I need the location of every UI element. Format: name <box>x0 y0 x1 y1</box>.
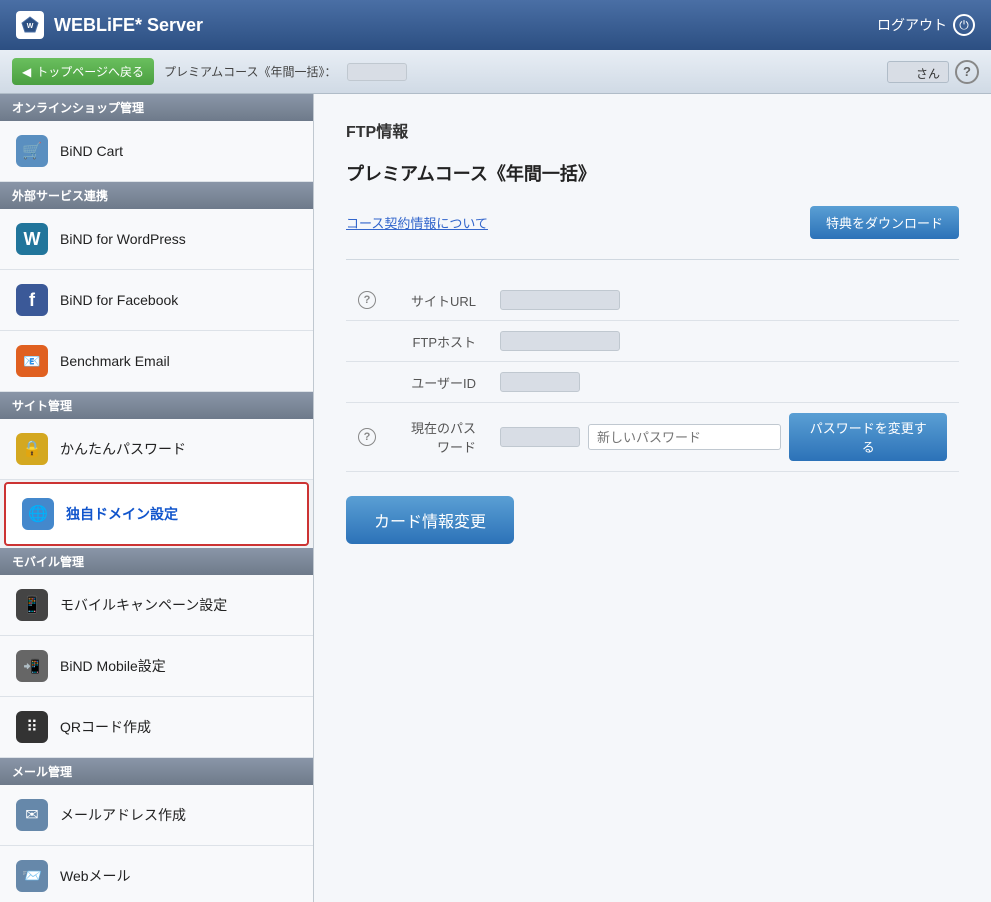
content-area: FTP情報 プレミアムコース《年間一括》 コース契約情報について 特典をダウンロ… <box>314 94 991 902</box>
sidebar-section-site: サイト管理 <box>0 392 313 419</box>
help-button[interactable]: ? <box>955 60 979 84</box>
domain-icon: 🌐 <box>22 498 54 530</box>
course-link-row: コース契約情報について 特典をダウンロード <box>346 206 959 239</box>
subheader-right: さん ? <box>887 60 979 84</box>
sidebar-item-mail-address[interactable]: ✉ メールアドレス作成 <box>0 785 313 846</box>
password-row: ? 現在のパスワード パスワードを変更する <box>346 403 959 472</box>
current-password-masked <box>500 427 580 447</box>
facebook-icon: f <box>16 284 48 316</box>
ftp-host-row: FTPホスト <box>346 321 959 362</box>
benchmark-icon: 📧 <box>16 345 48 377</box>
webmail-icon: 📨 <box>16 860 48 892</box>
download-button[interactable]: 特典をダウンロード <box>810 206 959 239</box>
power-icon: ⏻ <box>953 14 975 36</box>
user-id-masked <box>500 372 580 392</box>
mobile-icon: 📱 <box>16 589 48 621</box>
course-link[interactable]: コース契約情報について <box>346 213 488 232</box>
new-password-input[interactable] <box>588 424 781 450</box>
content-subtitle: プレミアムコース《年間一括》 <box>346 160 959 186</box>
site-url-value <box>488 280 959 321</box>
logo-icon: W <box>16 11 44 39</box>
sidebar: オンラインショップ管理 🛒 BiND Cart 外部サービス連携 W BiND … <box>0 94 314 902</box>
user-badge: さん <box>887 61 949 83</box>
site-url-label: サイトURL <box>388 280 488 321</box>
wordpress-icon: W <box>16 223 48 255</box>
user-id-row: ユーザーID <box>346 362 959 403</box>
site-url-masked <box>500 290 620 310</box>
password-value: パスワードを変更する <box>488 403 959 472</box>
sidebar-item-label: Benchmark Email <box>60 353 170 369</box>
sidebar-section-mobile: モバイル管理 <box>0 548 313 575</box>
ftp-form-table: ? サイトURL FTPホスト ユーザーID <box>346 280 959 472</box>
password-help-icon: ? <box>358 428 376 446</box>
sidebar-item-bind-wordpress[interactable]: W BiND for WordPress <box>0 209 313 270</box>
sidebar-item-label: かんたんパスワード <box>60 439 186 459</box>
sidebar-item-label: BiND Cart <box>60 143 123 159</box>
sidebar-item-label: メールアドレス作成 <box>60 805 186 825</box>
sidebar-item-bind-mobile[interactable]: 📲 BiND Mobile設定 <box>0 636 313 697</box>
site-url-help-icon: ? <box>358 291 376 309</box>
back-button[interactable]: ◀ トップページへ戻る <box>12 58 154 85</box>
ftp-host-value <box>488 321 959 362</box>
sidebar-section-online-shop: オンラインショップ管理 <box>0 94 313 121</box>
breadcrumb-value <box>347 63 407 81</box>
cart-icon: 🛒 <box>16 135 48 167</box>
card-change-button[interactable]: カード情報変更 <box>346 496 514 544</box>
sidebar-item-bind-cart[interactable]: 🛒 BiND Cart <box>0 121 313 182</box>
app-header: W WEBLiFE* Server ログアウト ⏻ <box>0 0 991 50</box>
subheader: ◀ トップページへ戻る プレミアムコース《年間一括》： さん ? <box>0 50 991 94</box>
sidebar-item-label: QRコード作成 <box>60 717 151 737</box>
site-url-row: ? サイトURL <box>346 280 959 321</box>
back-arrow-icon: ◀ <box>22 65 31 79</box>
sidebar-item-bind-facebook[interactable]: f BiND for Facebook <box>0 270 313 331</box>
sidebar-item-label: BiND Mobile設定 <box>60 656 166 676</box>
content-title: FTP情報 <box>346 118 959 142</box>
lock-icon: 🔒 <box>16 433 48 465</box>
breadcrumb: プレミアムコース《年間一括》： <box>164 63 337 80</box>
main-layout: オンラインショップ管理 🛒 BiND Cart 外部サービス連携 W BiND … <box>0 94 991 902</box>
sidebar-item-benchmark-email[interactable]: 📧 Benchmark Email <box>0 331 313 392</box>
qr-icon: ⠿ <box>16 711 48 743</box>
ftp-host-masked <box>500 331 620 351</box>
password-input-row: パスワードを変更する <box>500 413 947 461</box>
sidebar-item-domain-setting[interactable]: 🌐 独自ドメイン設定 <box>4 482 309 546</box>
change-password-button[interactable]: パスワードを変更する <box>789 413 947 461</box>
sidebar-item-label: BiND for WordPress <box>60 231 186 247</box>
logout-button[interactable]: ログアウト ⏻ <box>877 14 975 36</box>
app-title: WEBLiFE* Server <box>54 15 203 36</box>
logout-label: ログアウト <box>877 15 947 35</box>
bind-mobile-icon: 📲 <box>16 650 48 682</box>
sidebar-item-webmail[interactable]: 📨 Webメール <box>0 846 313 902</box>
sidebar-item-easy-password[interactable]: 🔒 かんたんパスワード <box>0 419 313 480</box>
sidebar-item-label: Webメール <box>60 866 131 886</box>
sidebar-item-label: モバイルキャンペーン設定 <box>60 595 227 615</box>
user-id-value <box>488 362 959 403</box>
mail-address-icon: ✉ <box>16 799 48 831</box>
sidebar-item-qr-code[interactable]: ⠿ QRコード作成 <box>0 697 313 758</box>
svg-text:W: W <box>27 23 34 30</box>
sidebar-item-label: BiND for Facebook <box>60 292 178 308</box>
password-label: 現在のパスワード <box>388 403 488 472</box>
sidebar-item-label: 独自ドメイン設定 <box>66 504 178 524</box>
app-logo: W WEBLiFE* Server <box>16 11 203 39</box>
sidebar-section-external: 外部サービス連携 <box>0 182 313 209</box>
header-actions: ログアウト ⏻ <box>877 14 975 36</box>
ftp-host-label: FTPホスト <box>388 321 488 362</box>
sidebar-item-mobile-campaign[interactable]: 📱 モバイルキャンペーン設定 <box>0 575 313 636</box>
user-id-label: ユーザーID <box>388 362 488 403</box>
separator <box>346 259 959 260</box>
sidebar-section-mail: メール管理 <box>0 758 313 785</box>
back-label: トップページへ戻る <box>36 63 144 80</box>
